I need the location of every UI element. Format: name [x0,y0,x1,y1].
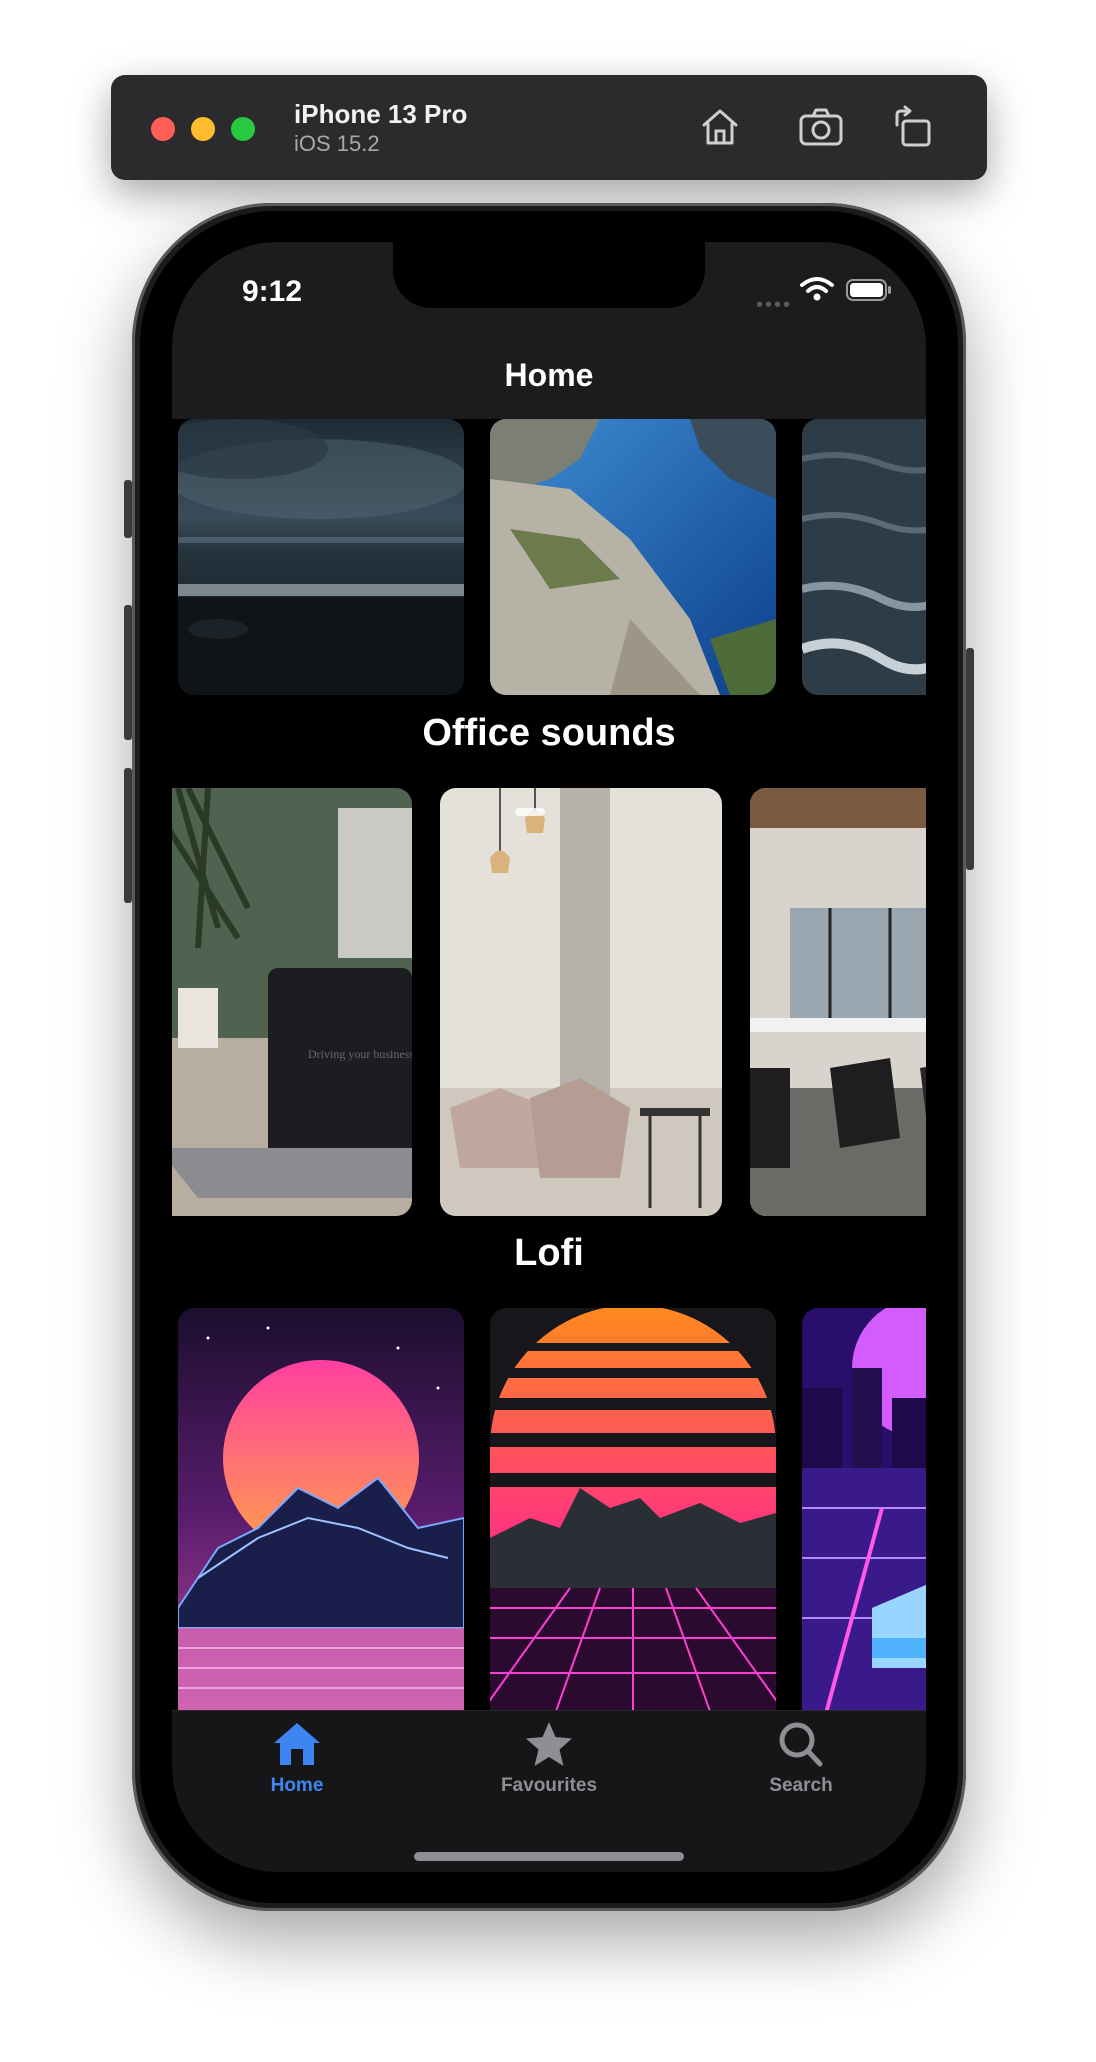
nature-row[interactable] [172,419,926,695]
volume-up-button [124,605,132,740]
mute-switch [124,480,132,538]
tab-favourites-label: Favourites [500,1775,598,1796]
lofi-row[interactable] [172,1308,926,1710]
phone-screen: Home 9:12 •••• Office sounds Driving you… [172,242,926,1872]
simulator-toolbar: iPhone 13 Pro iOS 15.2 [111,75,987,180]
ocean-waves-image [802,419,926,695]
neon-car-city-card[interactable] [802,1308,926,1710]
tab-favourites[interactable]: Favourites [479,1719,619,1809]
section-title-office-sounds: Office sounds [422,712,676,754]
home-indicator[interactable] [414,1852,684,1861]
stormy-sea-image [178,419,464,695]
open-office-card[interactable] [750,788,926,1216]
stormy-sea-card[interactable] [178,419,464,695]
office-sounds-row[interactable]: Driving your business [172,788,926,1216]
tab-home[interactable]: Home [227,1719,367,1809]
office-lounge-card[interactable] [440,788,722,1216]
house-icon [274,1723,320,1765]
power-button [966,648,974,870]
status-time: 9:12 [242,275,303,308]
screenshot-icon[interactable] [797,103,845,151]
office-lounge-image [440,788,722,1216]
synthwave-mountain-card[interactable] [178,1308,464,1710]
home-icon[interactable] [696,103,744,151]
section-title-lofi: Lofi [514,1232,584,1274]
close-window-button[interactable] [151,117,175,141]
signal-icon: •••• [756,294,793,316]
magnifier-icon [779,1722,823,1767]
notch [393,242,705,308]
device-name: iPhone 13 Pro [294,99,468,129]
tab-bar: Home Favourites Search [172,1710,926,1872]
laptop-desk-image: Driving your business [172,788,412,1216]
fjord-cliff-card[interactable] [490,419,776,695]
open-office-image [750,788,926,1216]
laptop-screen-text: Driving your business [308,1047,412,1061]
retro-sunset-grid-card[interactable] [490,1308,776,1710]
tab-home-label: Home [270,1775,324,1796]
tab-search-label: Search [769,1775,833,1796]
rotate-icon[interactable] [889,103,937,151]
volume-down-button [124,768,132,903]
os-version: iOS 15.2 [294,131,380,156]
star-icon [526,1722,572,1766]
neon-car-city-image [802,1308,926,1710]
ocean-waves-card[interactable] [802,419,926,695]
fjord-cliff-image [490,419,776,695]
battery-icon [846,279,891,301]
nav-title: Home [504,357,594,393]
wifi-icon [800,277,834,301]
retro-sunset-grid-image [490,1308,776,1710]
zoom-window-button[interactable] [231,117,255,141]
synthwave-mountain-image [178,1308,464,1710]
minimize-window-button[interactable] [191,117,215,141]
laptop-desk-card[interactable]: Driving your business [172,788,412,1216]
tab-search[interactable]: Search [731,1719,871,1809]
